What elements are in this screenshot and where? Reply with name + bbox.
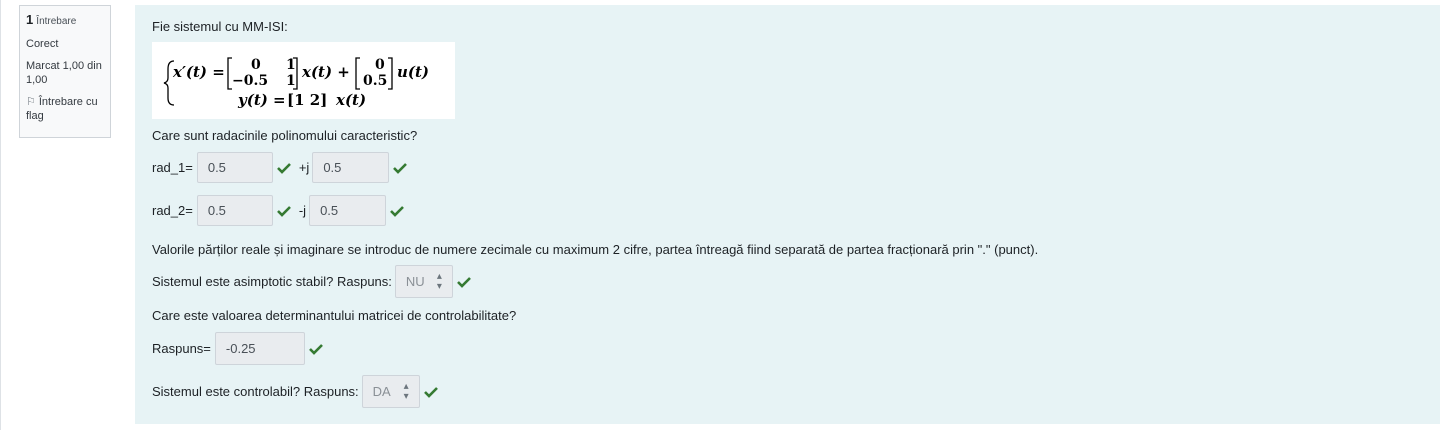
determinant-input[interactable]: -0.25: [214, 332, 305, 365]
roots-prompt: Care sunt radacinile polinomului caracte…: [152, 128, 418, 143]
question-grade: Marcat 1,00 din 1,00: [26, 60, 102, 86]
question-info-panel: 1 Întrebare Corect Marcat 1,00 din 1,00 …: [19, 5, 111, 138]
svg-text:0: 0: [251, 57, 261, 73]
rad2-label: rad_2=: [152, 203, 193, 218]
svg-text:x(t): x(t): [335, 91, 366, 109]
svg-text:−0.5: −0.5: [232, 73, 268, 89]
controllability-label: Sistemul este controlabil? Raspuns:: [152, 384, 359, 399]
correct-check-icon: [423, 386, 438, 398]
rad1-row: rad_1= 0.5 +j 0.5: [152, 152, 408, 183]
determinant-prompt: Care este valoarea determinantului matri…: [152, 308, 517, 323]
rad2-row: rad_2= 0.5 -j 0.5: [152, 195, 404, 226]
rad2-imag-input[interactable]: 0.5: [309, 195, 387, 226]
correct-check-icon: [276, 205, 291, 217]
svg-text:0: 0: [375, 57, 385, 73]
svg-text:1: 1: [286, 73, 296, 89]
rad2-real-input[interactable]: 0.5: [196, 195, 273, 226]
question-content: Fie sistemul cu MM-ISI: x′(t) = 0 1 −0.5…: [135, 5, 1440, 424]
question-number-row: 1 Întrebare: [26, 13, 104, 29]
select-arrows-icon: ▴ ▾: [403, 380, 409, 402]
rad2-imag-sep: -j: [298, 203, 307, 218]
determinant-label: Raspuns=: [152, 341, 211, 356]
correct-check-icon: [393, 162, 408, 174]
controllability-row: Sistemul este controlabil? Raspuns: DA ▴…: [152, 375, 438, 408]
flag-question-link[interactable]: ⚐ Întrebare cu flag: [26, 95, 104, 123]
svg-text:y(t) =: y(t) =: [237, 91, 286, 109]
correct-check-icon: [276, 162, 291, 174]
determinant-row: Raspuns= -0.25: [152, 332, 323, 365]
svg-text:0.5: 0.5: [363, 73, 387, 89]
controllability-select[interactable]: DA ▴ ▾: [361, 375, 420, 408]
stability-selected-value: NU: [405, 274, 425, 289]
correct-check-icon: [308, 343, 323, 355]
svg-text:u(t): u(t): [397, 63, 429, 81]
svg-text:x(t) +: x(t) +: [301, 63, 350, 81]
rad1-imag-sep: +j: [298, 160, 310, 175]
question-word: Întrebare: [36, 16, 77, 27]
select-arrows-icon: ▴ ▾: [436, 270, 442, 292]
flag-icon: ⚐: [26, 96, 36, 108]
state-space-formula-image: x′(t) = 0 1 −0.5 1 x(t) + 0 0.5 u(t) y(t…: [152, 42, 455, 119]
question-intro: Fie sistemul cu MM-ISI:: [152, 19, 288, 34]
stability-select[interactable]: NU ▴ ▾: [394, 265, 453, 298]
question-number: 1: [26, 12, 34, 27]
svg-text:1: 1: [286, 57, 296, 73]
flag-label: Întrebare cu flag: [26, 96, 98, 122]
svg-text:[1 2]: [1 2]: [287, 91, 327, 109]
question-state: Corect: [26, 38, 59, 50]
stability-row: Sistemul este asimptotic stabil? Raspuns…: [152, 265, 471, 298]
rad1-label: rad_1=: [152, 160, 193, 175]
left-border: [0, 0, 1, 430]
rad1-imag-input[interactable]: 0.5: [312, 152, 390, 183]
format-note: Valorile părților reale și imaginare se …: [152, 242, 1039, 257]
correct-check-icon: [390, 205, 404, 217]
stability-label: Sistemul este asimptotic stabil? Raspuns…: [152, 274, 392, 289]
correct-check-icon: [456, 276, 471, 288]
svg-text:x′(t) =: x′(t) =: [172, 63, 225, 81]
rad1-real-input[interactable]: 0.5: [196, 152, 273, 183]
controllability-selected-value: DA: [372, 384, 391, 399]
